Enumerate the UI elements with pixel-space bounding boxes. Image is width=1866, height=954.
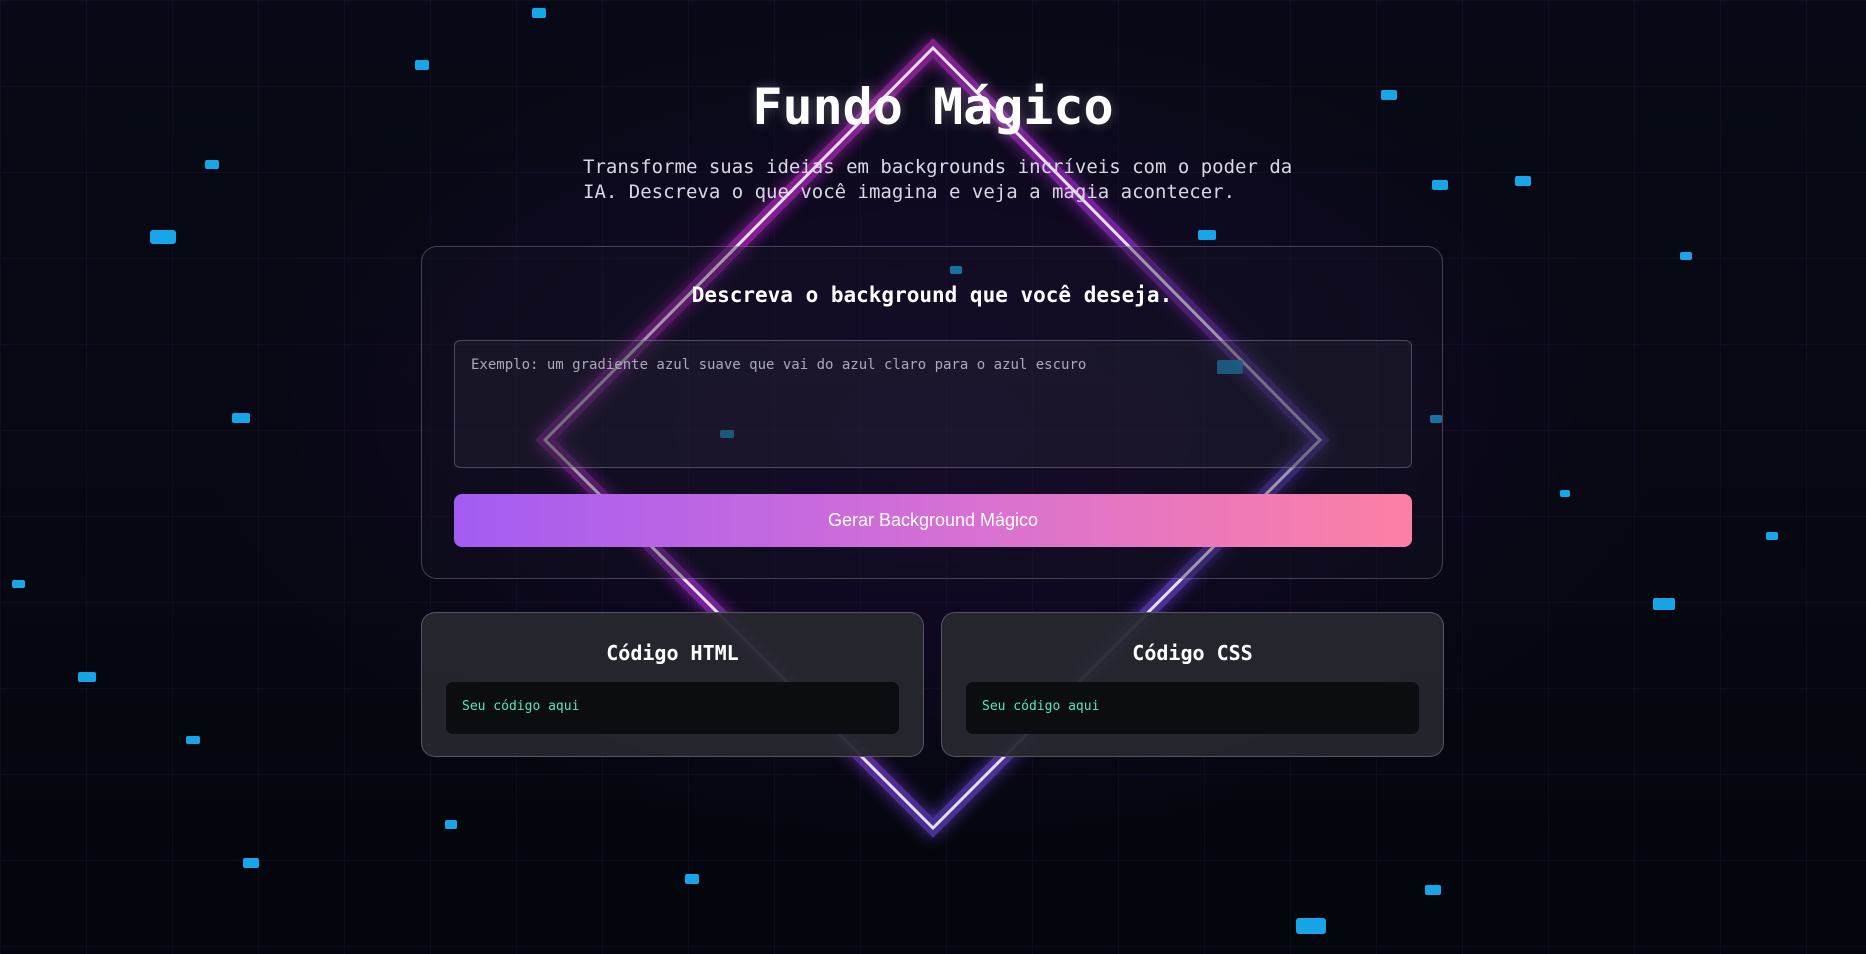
generator-panel: Descreva o background que você deseja. G… xyxy=(421,246,1443,579)
subtitle-line-2: IA. Descreva o que você imagina e veja a… xyxy=(583,181,1236,203)
html-code-output[interactable]: Seu código aqui xyxy=(446,682,899,734)
page-title: Fundo Mágico xyxy=(752,78,1114,136)
css-code-output[interactable]: Seu código aqui xyxy=(966,682,1419,734)
generate-background-button[interactable]: Gerar Background Mágico xyxy=(454,494,1412,547)
generator-heading: Descreva o background que você deseja. xyxy=(691,283,1173,307)
css-code-card: Código CSS Seu código aqui xyxy=(941,612,1444,757)
css-code-title: Código CSS xyxy=(1132,641,1253,665)
page-subtitle: Transforme suas ideias em backgrounds in… xyxy=(583,155,1303,205)
prompt-input[interactable] xyxy=(454,340,1412,468)
html-code-title: Código HTML xyxy=(606,641,739,665)
subtitle-line-1: Transforme suas ideias em backgrounds in… xyxy=(583,156,1293,178)
html-code-card: Código HTML Seu código aqui xyxy=(421,612,924,757)
